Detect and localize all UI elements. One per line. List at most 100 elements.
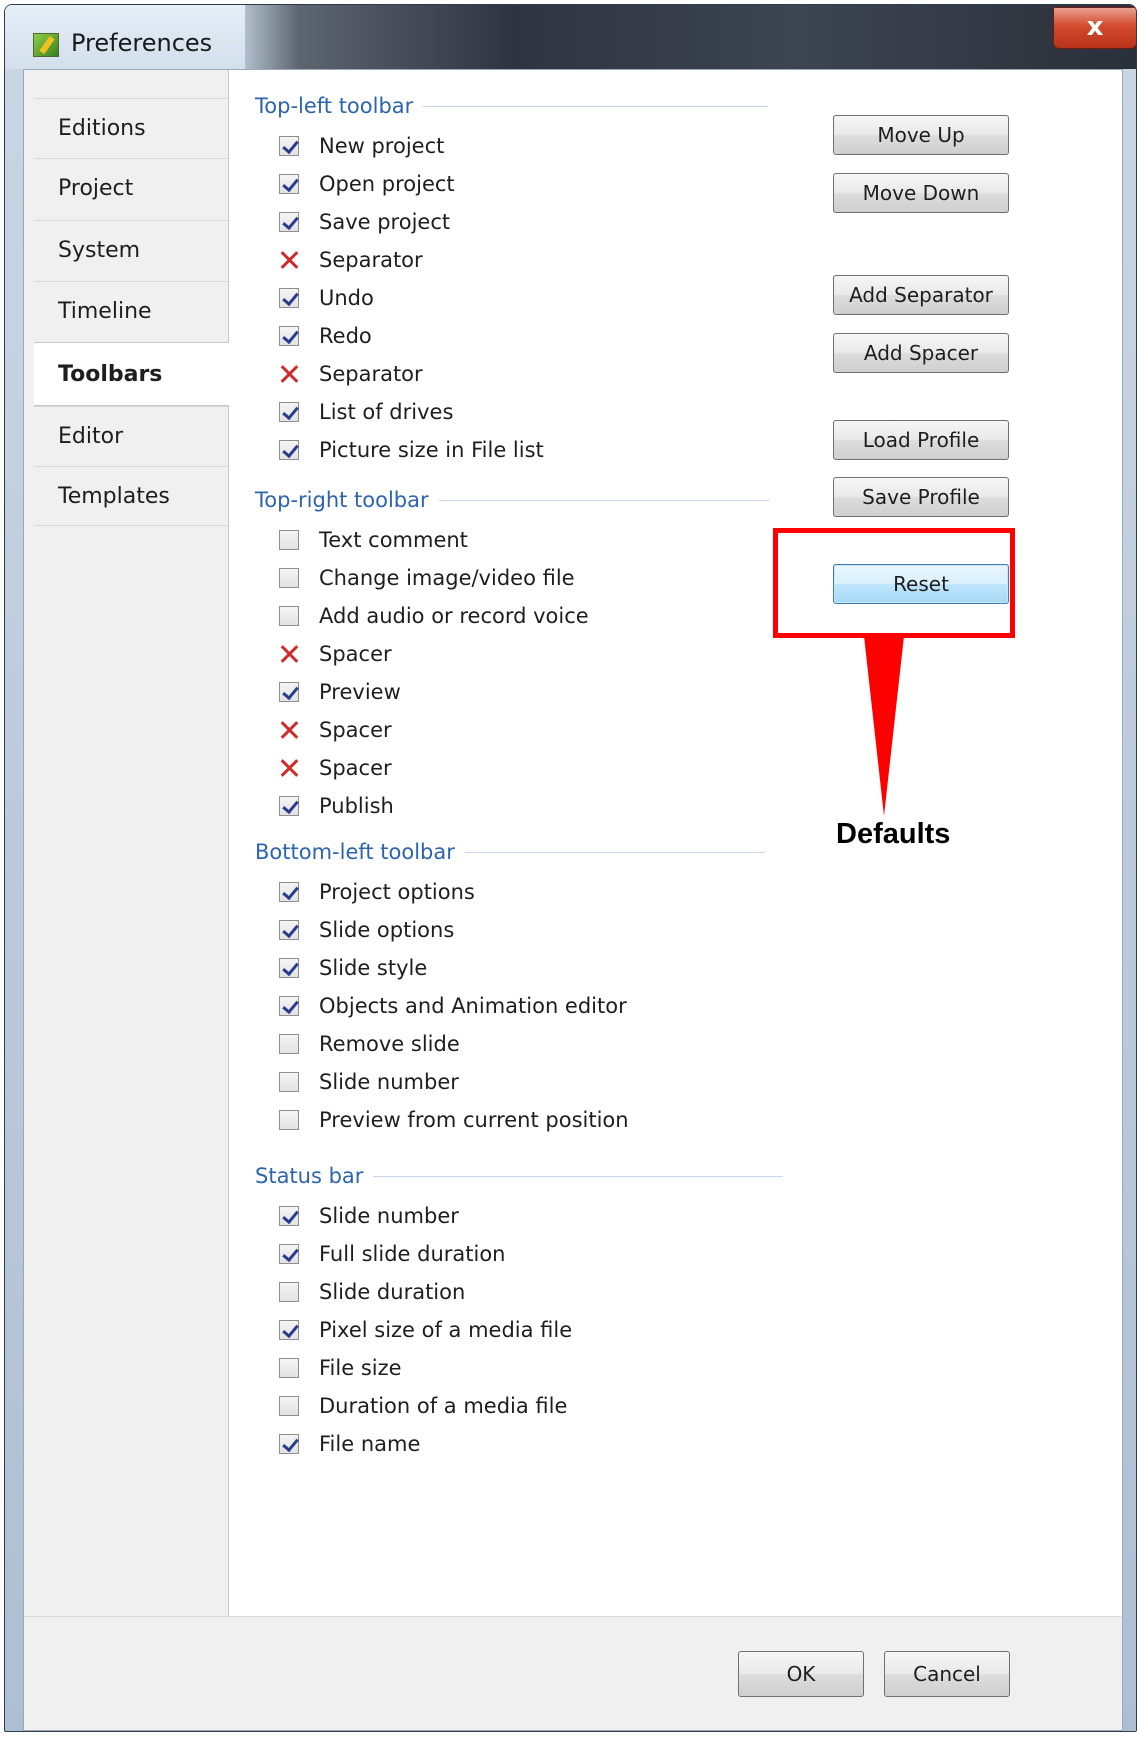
checkbox[interactable] — [279, 996, 299, 1016]
cancel-button[interactable]: Cancel — [884, 1651, 1010, 1697]
checkbox[interactable] — [279, 1282, 299, 1302]
list-item-label: New project — [319, 134, 445, 158]
checkbox[interactable] — [279, 174, 299, 194]
checkbox[interactable] — [279, 136, 299, 156]
list-item[interactable]: File size — [279, 1350, 402, 1386]
list-item[interactable]: Slide duration — [279, 1274, 465, 1310]
group-title: Top-right toolbar — [255, 488, 769, 512]
list-item-label: Undo — [319, 286, 374, 310]
list-item[interactable]: Preview from current position — [279, 1102, 629, 1138]
title-bar[interactable]: Preferences x — [5, 5, 1136, 69]
checkbox[interactable] — [279, 1358, 299, 1378]
list-item[interactable]: Change image/video file — [279, 560, 575, 596]
list-item-label: Redo — [319, 324, 372, 348]
group-divider — [464, 851, 765, 853]
checkbox[interactable] — [279, 958, 299, 978]
checkbox[interactable] — [279, 402, 299, 422]
checkbox[interactable] — [279, 796, 299, 816]
checkbox[interactable] — [279, 606, 299, 626]
checkbox[interactable] — [279, 1206, 299, 1226]
checkbox[interactable] — [279, 882, 299, 902]
sidebar-item-project[interactable]: Project — [34, 158, 228, 218]
list-item[interactable]: Add audio or record voice — [279, 598, 589, 634]
checkbox[interactable] — [279, 1396, 299, 1416]
group-title-text: Top-right toolbar — [255, 488, 429, 512]
checkbox[interactable] — [279, 568, 299, 588]
list-item[interactable]: Redo — [279, 318, 372, 354]
list-item[interactable]: Save project — [279, 204, 450, 240]
list-item[interactable]: Preview — [279, 674, 401, 710]
list-item[interactable]: Project options — [279, 874, 475, 910]
list-item-label: Open project — [319, 172, 455, 196]
group-title-text: Status bar — [255, 1164, 364, 1188]
list-item-label: Project options — [319, 880, 475, 904]
remove-x-icon[interactable] — [279, 364, 299, 384]
list-item[interactable]: Pixel size of a media file — [279, 1312, 572, 1348]
close-button[interactable]: x — [1053, 7, 1136, 49]
dialog-footer: OK Cancel — [24, 1616, 1122, 1730]
load-profile-button[interactable]: Load Profile — [833, 420, 1009, 460]
annotation-pointer — [864, 636, 904, 816]
list-item-label: Spacer — [319, 756, 392, 780]
list-item[interactable]: Slide number — [279, 1064, 459, 1100]
checkbox[interactable] — [279, 1434, 299, 1454]
checkbox[interactable] — [279, 326, 299, 346]
checkbox[interactable] — [279, 530, 299, 550]
move-up-button[interactable]: Move Up — [833, 115, 1009, 155]
list-item[interactable]: Full slide duration — [279, 1236, 506, 1272]
list-item[interactable]: Duration of a media file — [279, 1388, 567, 1424]
group-divider — [373, 1175, 784, 1177]
sidebar-item-system[interactable]: System — [34, 220, 228, 280]
sidebar-item-toolbars[interactable]: Toolbars — [34, 342, 230, 406]
list-item[interactable]: Slide options — [279, 912, 454, 948]
list-item[interactable]: Picture size in File list — [279, 432, 544, 468]
list-item-label: Full slide duration — [319, 1242, 506, 1266]
list-item-label: Slide style — [319, 956, 428, 980]
checkbox[interactable] — [279, 288, 299, 308]
sidebar-item-timeline[interactable]: Timeline — [34, 281, 228, 341]
move-down-button[interactable]: Move Down — [833, 173, 1009, 213]
checkbox[interactable] — [279, 1320, 299, 1340]
list-item[interactable]: Publish — [279, 788, 394, 824]
list-item[interactable]: Spacer — [279, 750, 392, 786]
list-item[interactable]: New project — [279, 128, 444, 164]
annotation-highlight-box — [773, 528, 1015, 638]
sidebar-item-editor[interactable]: Editor — [34, 406, 228, 466]
list-item[interactable]: File name — [279, 1426, 420, 1462]
list-item[interactable]: Separator — [279, 242, 423, 278]
checkbox[interactable] — [279, 1110, 299, 1130]
ok-button[interactable]: OK — [738, 1651, 864, 1697]
checkbox[interactable] — [279, 1244, 299, 1264]
list-item-label: Preview from current position — [319, 1108, 629, 1132]
add-separator-button[interactable]: Add Separator — [833, 275, 1009, 315]
checkbox[interactable] — [279, 920, 299, 940]
list-item[interactable]: Slide style — [279, 950, 427, 986]
checkbox[interactable] — [279, 212, 299, 232]
list-item[interactable]: Slide number — [279, 1198, 459, 1234]
save-profile-button[interactable]: Save Profile — [833, 477, 1009, 517]
checkbox[interactable] — [279, 1072, 299, 1092]
add-spacer-button[interactable]: Add Spacer — [833, 333, 1009, 373]
list-item[interactable]: Objects and Animation editor — [279, 988, 627, 1024]
list-item[interactable]: Remove slide — [279, 1026, 460, 1062]
list-item-label: Pixel size of a media file — [319, 1318, 573, 1342]
sidebar-item-editions[interactable]: Editions — [34, 98, 228, 158]
remove-x-icon[interactable] — [279, 644, 299, 664]
list-item[interactable]: Spacer — [279, 636, 392, 672]
remove-x-icon[interactable] — [279, 720, 299, 740]
list-item[interactable]: List of drives — [279, 394, 453, 430]
list-item[interactable]: Spacer — [279, 712, 392, 748]
remove-x-icon[interactable] — [279, 250, 299, 270]
list-item-label: Slide number — [319, 1204, 459, 1228]
remove-x-icon[interactable] — [279, 758, 299, 778]
sidebar-item-templates[interactable]: Templates — [34, 466, 228, 526]
preferences-window: Preferences x Editions Project System Ti… — [4, 4, 1137, 1732]
list-item[interactable]: Text comment — [279, 522, 468, 558]
checkbox[interactable] — [279, 682, 299, 702]
list-item-label: List of drives — [319, 400, 454, 424]
list-item[interactable]: Open project — [279, 166, 455, 202]
checkbox[interactable] — [279, 1034, 299, 1054]
checkbox[interactable] — [279, 440, 299, 460]
list-item[interactable]: Undo — [279, 280, 374, 316]
list-item[interactable]: Separator — [279, 356, 423, 392]
